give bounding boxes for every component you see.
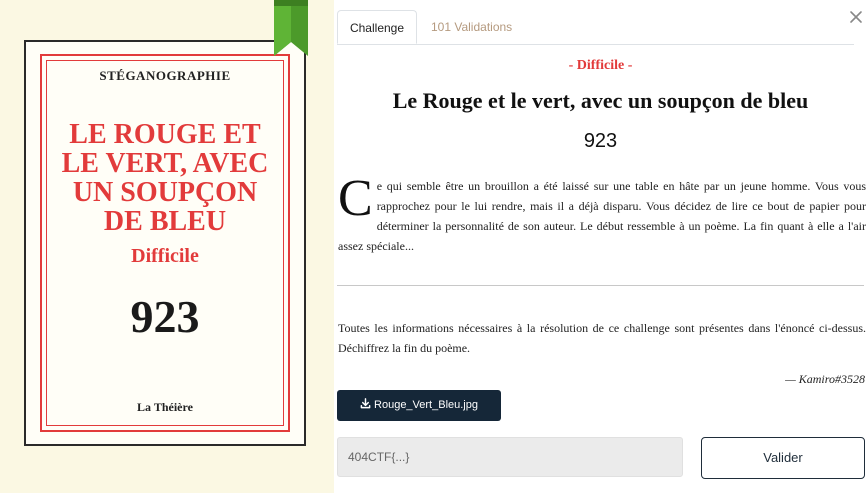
cover-title: LE ROUGE ET LE VERT, AVEC UN SOUPÇON DE … [26,120,304,236]
bookmark-ribbon-icon [274,0,308,56]
section-divider [337,285,864,286]
cover-title-line: LE VERT, AVEC [61,148,269,179]
download-attachment-label: Rouge_Vert_Bleu.jpg [374,399,478,411]
cover-points: 923 [130,291,200,342]
description-text: e qui semble être un brouillon a été lai… [338,179,866,253]
challenge-title: Le Rouge et le vert, avec un soupçon de … [392,88,809,113]
challenge-author: — Kamiro#3528 [785,372,865,386]
challenge-description: Ce qui semble être un brouillon a été la… [338,170,866,256]
challenge-instructions: Toutes les informations nécessaires à la… [338,321,866,355]
cover-publisher: La Théière [137,400,193,414]
challenge-tabs: Challenge 101 Validations [337,10,854,45]
close-icon[interactable] [847,8,865,26]
cover-title-line: LE ROUGE ET [69,119,261,150]
cover-title-line: UN SOUPÇON [72,177,258,208]
challenge-points: 923 [583,130,618,152]
challenge-cover-panel: STÉGANOGRAPHIE LE ROUGE ET LE VERT, AVEC… [0,0,334,493]
cover-border [40,54,290,432]
cover-title-line: DE BLEU [103,206,227,237]
challenge-difficulty: - Difficile - [568,58,633,73]
tab-validations[interactable]: 101 Validations [431,10,512,44]
tab-challenge[interactable]: Challenge [337,10,417,44]
cover-category: STÉGANOGRAPHIE [99,68,231,83]
flag-input[interactable] [337,437,683,477]
challenge-cover-card: STÉGANOGRAPHIE LE ROUGE ET LE VERT, AVEC… [24,40,306,446]
download-icon [360,398,371,409]
download-attachment-button[interactable]: Rouge_Vert_Bleu.jpg [337,390,501,421]
cover-difficulty: Difficile [131,245,199,267]
description-dropcap: C [338,170,373,227]
validate-button[interactable]: Valider [701,437,865,479]
